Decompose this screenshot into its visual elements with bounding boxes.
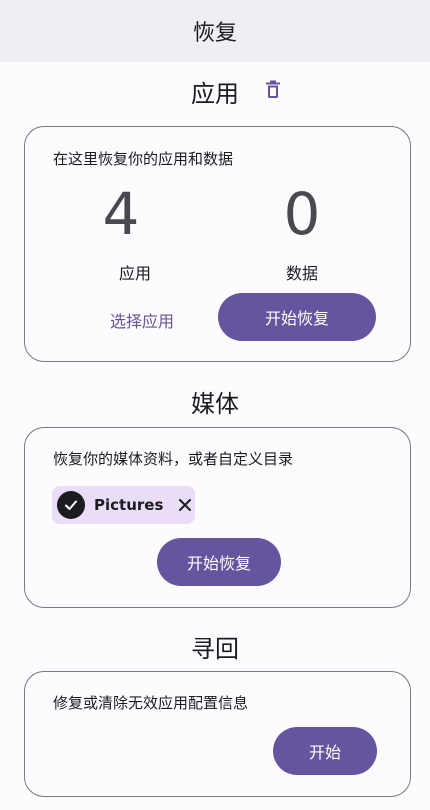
retrieve-card: 修复或清除无效应用配置信息 开始 bbox=[24, 671, 411, 797]
media-section-title: 媒体 bbox=[191, 390, 239, 418]
start-retrieve-button[interactable]: 开始 bbox=[273, 727, 377, 775]
check-icon bbox=[57, 491, 85, 519]
media-description: 恢复你的媒体资料，或者自定义目录 bbox=[53, 450, 294, 468]
retrieve-description: 修复或清除无效应用配置信息 bbox=[53, 694, 249, 712]
data-count: 0 bbox=[283, 180, 321, 248]
chip-label: Pictures bbox=[94, 496, 164, 514]
apps-card: 在这里恢复你的应用和数据 4 应用 0 数据 选择应用 开始恢复 bbox=[24, 126, 411, 362]
start-restore-apps-label: 开始恢复 bbox=[264, 309, 329, 328]
top-app-bar: 恢复 bbox=[0, 0, 430, 62]
apps-section-title: 应用 bbox=[191, 80, 239, 108]
start-restore-media-button[interactable]: 开始恢复 bbox=[157, 538, 281, 586]
pictures-chip[interactable]: Pictures bbox=[52, 486, 195, 524]
apps-count: 4 bbox=[102, 180, 140, 248]
page-title: 恢复 bbox=[192, 21, 237, 46]
select-apps-button[interactable]: 选择应用 bbox=[87, 308, 197, 332]
close-icon[interactable] bbox=[177, 497, 193, 513]
start-restore-media-label: 开始恢复 bbox=[186, 554, 251, 573]
trash-icon[interactable] bbox=[264, 79, 282, 99]
start-retrieve-label: 开始 bbox=[308, 743, 341, 762]
retrieve-section-title: 寻回 bbox=[191, 635, 239, 663]
apps-description: 在这里恢复你的应用和数据 bbox=[53, 150, 234, 168]
media-card: 恢复你的媒体资料，或者自定义目录 Pictures 开始恢复 bbox=[24, 427, 411, 608]
data-count-label: 数据 bbox=[285, 264, 318, 283]
apps-count-label: 应用 bbox=[118, 264, 151, 283]
start-restore-apps-button[interactable]: 开始恢复 bbox=[218, 293, 376, 341]
